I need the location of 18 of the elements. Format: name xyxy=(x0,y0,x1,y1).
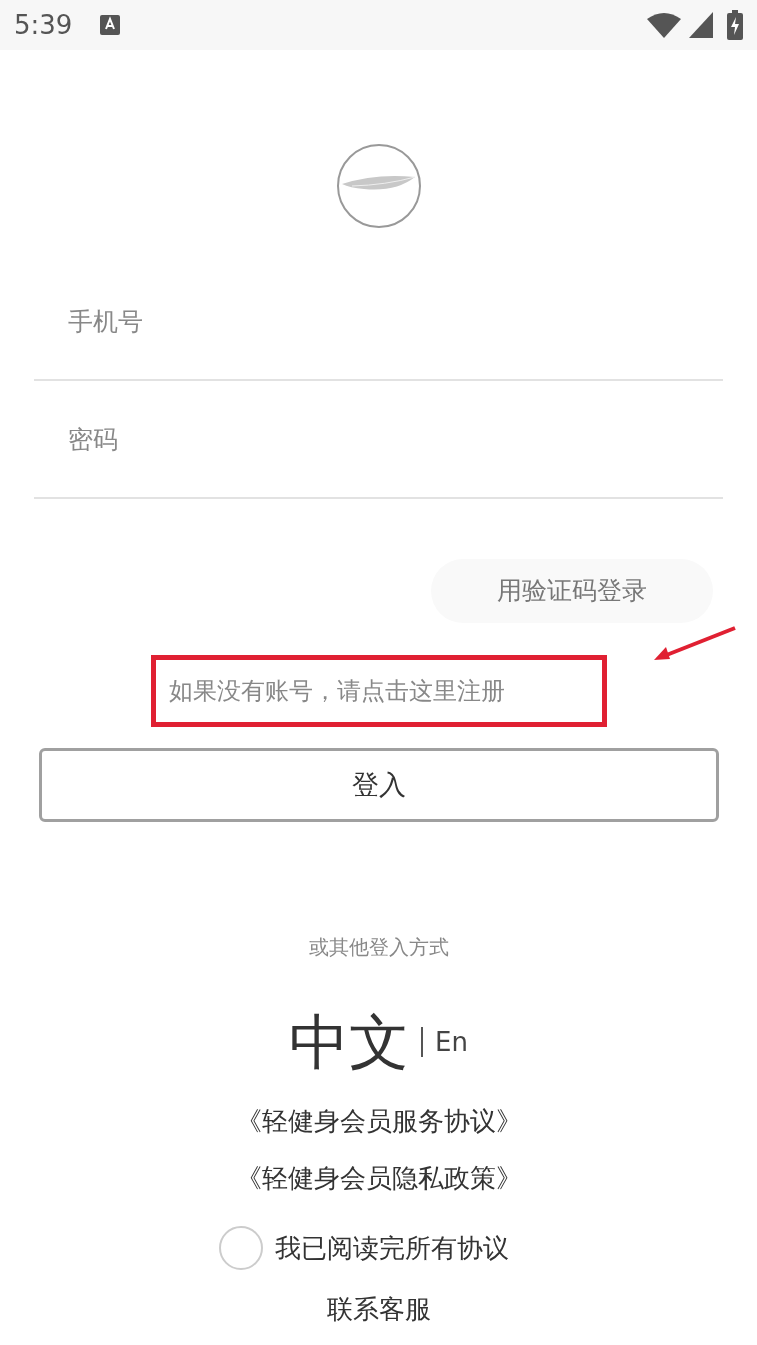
register-link[interactable]: 如果没有账号，请点击这里注册 xyxy=(168,673,505,709)
password-field[interactable]: 密码 xyxy=(34,381,723,499)
signal-icon xyxy=(689,12,713,38)
login-button[interactable]: 登入 xyxy=(38,748,719,822)
wifi-icon xyxy=(647,12,681,38)
sms-login-button[interactable]: 用验证码登录 xyxy=(431,559,713,623)
agreement-link[interactable]: 《轻健身会员隐私政策》 xyxy=(235,1159,522,1198)
other-login-label: 或其他登入方式 xyxy=(308,934,449,961)
agreement-link[interactable]: 《轻健身会员服务协议》 xyxy=(235,1102,522,1141)
language-option[interactable]: En xyxy=(435,1029,468,1055)
battery-icon xyxy=(727,10,743,40)
language-option[interactable]: 中文 xyxy=(289,1012,410,1072)
contact-link[interactable]: 联系客服 xyxy=(326,1290,431,1329)
consent-label: 我已阅读完所有协议 xyxy=(274,1231,509,1265)
keyboard-icon xyxy=(100,15,121,35)
status-time: 5:39 xyxy=(14,8,73,42)
phone-field[interactable]: 手机号 xyxy=(34,263,723,381)
consent-checkbox[interactable] xyxy=(218,1226,263,1270)
